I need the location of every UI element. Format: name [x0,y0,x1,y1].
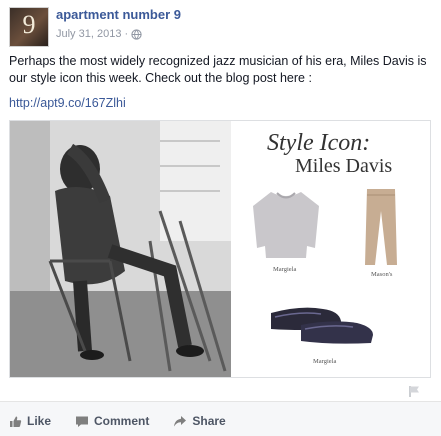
share-button[interactable]: Share [173,414,226,428]
like-button[interactable]: Like [9,414,51,428]
thumbs-up-icon [10,416,22,427]
avatar-number: 9 [22,10,36,39]
like-label: Like [27,414,52,428]
post-actions: Like Comment Share [9,413,250,429]
post-link[interactable]: http://apt9.co/167Zlhi [9,96,126,110]
share-arrow-icon [174,415,187,426]
post-meta: July 31, 2013 · [56,27,142,41]
miles-davis-photo [10,121,231,377]
post-date[interactable]: July 31, 2013 [56,28,121,40]
globe-icon[interactable] [131,28,142,40]
comment-button[interactable]: Comment [75,414,149,428]
collage-subtitle: Miles Davis [295,155,393,177]
comment-icon [76,416,89,427]
page-avatar[interactable]: 9 [9,7,49,47]
shoes-label: Margiela [313,358,337,365]
sweater-image [253,192,319,258]
attached-image[interactable]: Style Icon: Miles Davis Margiela Mason's… [9,120,431,378]
post-message: Perhaps the most widely recognized jazz … [9,54,427,85]
facebook-post: 9 apartment number 9 July 31, 2013 · Per… [0,0,441,436]
photo-illustration [10,121,231,377]
shoes-image [271,307,373,344]
meta-separator: · [124,28,129,40]
comment-label: Comment [94,414,150,428]
share-label: Share [192,414,226,428]
chinos-image [365,189,397,265]
collage-title: Style Icon: [267,130,371,156]
page-name-link[interactable]: apartment number 9 [56,7,181,22]
flag-icon[interactable] [408,385,421,397]
chinos-label: Mason's [371,271,393,278]
style-collage: Style Icon: Miles Davis Margiela Mason's… [231,121,430,377]
sweater-label: Margiela [273,266,297,273]
